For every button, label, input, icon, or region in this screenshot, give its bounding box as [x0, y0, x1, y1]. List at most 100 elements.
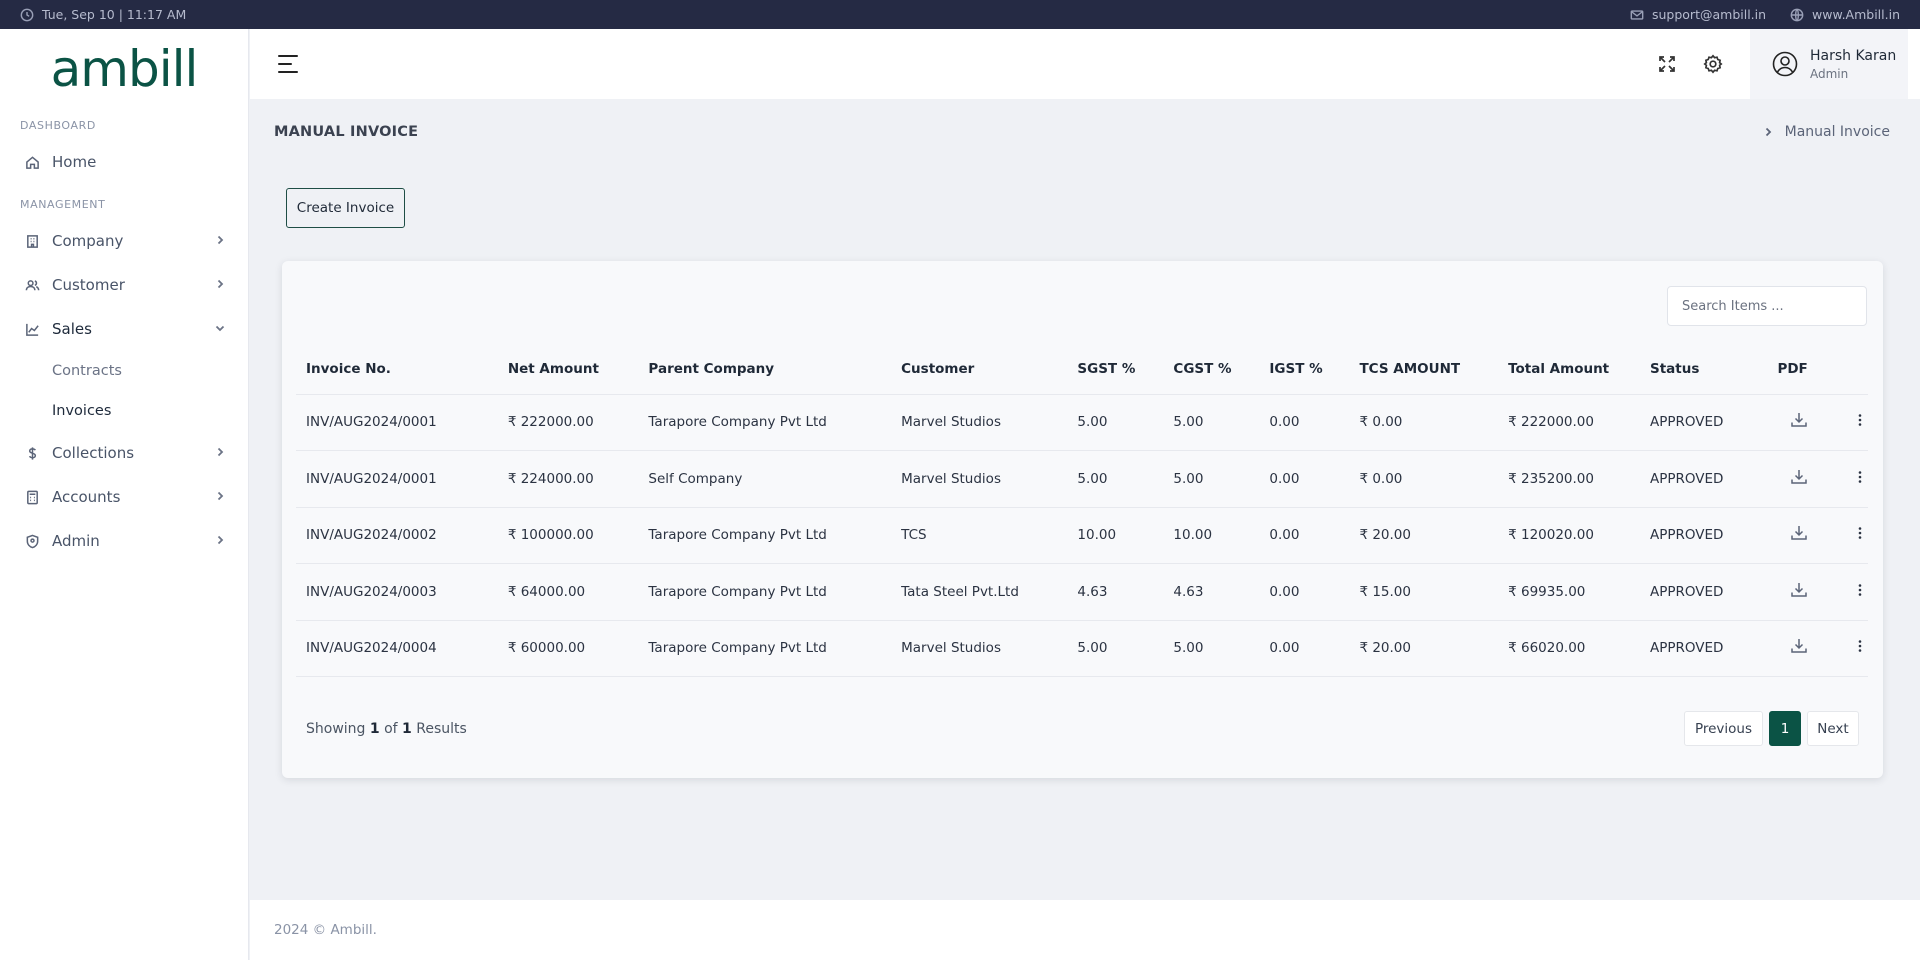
sidebar-subitem-contracts[interactable]: Contracts — [0, 351, 248, 391]
datetime: Tue, Sep 10 | 11:17 AM — [20, 7, 186, 22]
page-title: MANUAL INVOICE — [274, 124, 419, 140]
chevron-right-icon — [214, 444, 226, 462]
more-vertical-icon[interactable] — [1852, 469, 1868, 485]
sidebar-item-admin[interactable]: Admin — [0, 519, 248, 563]
website-link[interactable]: www.Ambill.in — [1790, 7, 1900, 22]
cell-total-amount: ₹ 66020.00 — [1498, 619, 1640, 677]
table-row[interactable]: INV/AUG2024/0001 ₹ 222000.00 Tarapore Comp… — [296, 393, 1868, 451]
cell-invoice-no: INV/AUG2024/0001 — [296, 393, 498, 451]
column-header-parent-company: Parent Company — [648, 360, 775, 377]
building-icon — [24, 233, 40, 249]
table-row[interactable]: INV/AUG2024/0004 ₹ 60000.00 Tarapore Compa… — [296, 619, 1868, 677]
breadcrumb-current[interactable]: Manual Invoice — [1785, 124, 1890, 140]
search-input[interactable] — [1667, 286, 1867, 326]
showing-of: of — [384, 721, 398, 737]
previous-page-button[interactable]: Previous — [1684, 711, 1763, 746]
support-email[interactable]: support@ambill.in — [1630, 7, 1766, 22]
cell-net-amount: ₹ 222000.00 — [497, 393, 639, 451]
cell-customer: Marvel Studios — [891, 450, 1068, 507]
sidebar-subitem-invoices[interactable]: Invoices — [0, 391, 248, 431]
cell-total-amount: ₹ 120020.00 — [1498, 506, 1640, 564]
cell-cgst: 10.00 — [1163, 506, 1260, 564]
table-row[interactable]: INV/AUG2024/0002 ₹ 100000.00 Tarapore Comp… — [296, 506, 1868, 564]
section-management: MANAGEMENT — [20, 198, 106, 211]
sidebar-item-label: Company — [52, 232, 124, 250]
download-icon[interactable] — [1789, 580, 1809, 600]
cell-customer: Marvel Studios — [891, 393, 1068, 451]
chevron-right-icon — [1765, 127, 1771, 137]
cell-customer: Marvel Studios — [891, 619, 1068, 677]
cell-sgst: 5.00 — [1067, 450, 1164, 507]
chevron-right-icon — [214, 532, 226, 550]
download-icon[interactable] — [1789, 467, 1809, 487]
cell-igst: 0.00 — [1259, 563, 1350, 620]
cell-tcs-amount: ₹ 15.00 — [1349, 563, 1499, 620]
cell-parent-company: Tarapore Company Pvt Ltd — [638, 506, 892, 564]
sidebar-item-company[interactable]: Company — [0, 219, 248, 263]
cell-actions — [1852, 506, 1868, 564]
column-header-tcs-amount: TCS AMOUNT — [1359, 360, 1461, 377]
cell-pdf — [1767, 450, 1852, 507]
brand-logo[interactable]: ambill — [0, 29, 248, 109]
gear-icon[interactable] — [1690, 41, 1736, 87]
fullscreen-icon[interactable] — [1644, 41, 1690, 87]
sidebar-item-label: Accounts — [52, 488, 121, 506]
cell-tcs-amount: ₹ 20.00 — [1349, 619, 1499, 677]
sidebar-item-label: Sales — [52, 320, 92, 338]
cell-cgst: 5.00 — [1163, 450, 1260, 507]
footer: 2024 © Ambill. — [250, 900, 1920, 960]
cell-invoice-no: INV/AUG2024/0004 — [296, 619, 498, 677]
cell-sgst: 4.63 — [1067, 563, 1164, 620]
page-1-button[interactable]: 1 — [1769, 711, 1801, 746]
sidebar-item-customer[interactable]: Customer — [0, 263, 248, 307]
breadcrumb: Manual Invoice — [1763, 124, 1890, 140]
column-header-total-amount: Total Amount — [1508, 360, 1610, 377]
cell-pdf — [1767, 563, 1852, 620]
cell-invoice-no: INV/AUG2024/0002 — [296, 506, 498, 564]
cell-status: APPROVED — [1640, 450, 1768, 507]
sidebar-item-collections[interactable]: Collections — [0, 431, 248, 475]
cell-net-amount: ₹ 224000.00 — [497, 450, 639, 507]
download-icon[interactable] — [1789, 410, 1809, 430]
download-icon[interactable] — [1789, 636, 1809, 656]
cell-pdf — [1767, 506, 1852, 564]
menu-toggle-icon[interactable] — [278, 55, 300, 73]
more-vertical-icon[interactable] — [1852, 582, 1868, 598]
cell-actions — [1852, 393, 1868, 451]
more-vertical-icon[interactable] — [1852, 412, 1868, 428]
top-info-bar: Tue, Sep 10 | 11:17 AM support@ambill.in… — [0, 0, 1920, 29]
sidebar-item-home[interactable]: Home — [0, 140, 248, 184]
table-header-row: Invoice No. Net Amount Parent Company Custo… — [296, 344, 1868, 394]
cell-status: APPROVED — [1640, 506, 1768, 564]
user-profile-menu[interactable]: Harsh Karan Admin — [1750, 29, 1908, 99]
pagination: Previous 1 Next — [1684, 711, 1859, 746]
cell-parent-company: Self Company — [638, 450, 892, 507]
showing-current: 1 — [369, 721, 380, 737]
app-header: Harsh Karan Admin — [250, 29, 1920, 99]
clock-icon — [20, 8, 34, 21]
globe-icon — [1790, 8, 1804, 21]
chevron-right-icon — [214, 276, 226, 294]
table-row[interactable]: INV/AUG2024/0001 ₹ 224000.00 Self Company M… — [296, 450, 1868, 507]
more-vertical-icon[interactable] — [1852, 638, 1868, 654]
sidebar-item-sales[interactable]: Sales — [0, 307, 248, 351]
mail-icon — [1630, 9, 1644, 20]
sidebar-item-label: Admin — [52, 532, 100, 550]
dollar-icon — [24, 445, 40, 461]
section-dashboard: DASHBOARD — [20, 119, 96, 132]
sidebar-item-accounts[interactable]: Accounts — [0, 475, 248, 519]
more-vertical-icon[interactable] — [1852, 525, 1868, 541]
cell-customer: TCS — [891, 506, 1068, 564]
next-page-button[interactable]: Next — [1807, 711, 1859, 746]
table-row[interactable]: INV/AUG2024/0003 ₹ 64000.00 Tarapore Compa… — [296, 563, 1868, 620]
cell-status: APPROVED — [1640, 393, 1768, 451]
cell-total-amount: ₹ 69935.00 — [1498, 563, 1640, 620]
cell-igst: 0.00 — [1259, 506, 1350, 564]
column-header-cgst: CGST % — [1173, 360, 1232, 377]
download-icon[interactable] — [1789, 523, 1809, 543]
cell-tcs-amount: ₹ 0.00 — [1349, 450, 1499, 507]
create-invoice-button[interactable]: Create Invoice — [286, 188, 405, 228]
chevron-right-icon — [214, 232, 226, 250]
cell-igst: 0.00 — [1259, 450, 1350, 507]
column-header-customer: Customer — [901, 360, 975, 377]
